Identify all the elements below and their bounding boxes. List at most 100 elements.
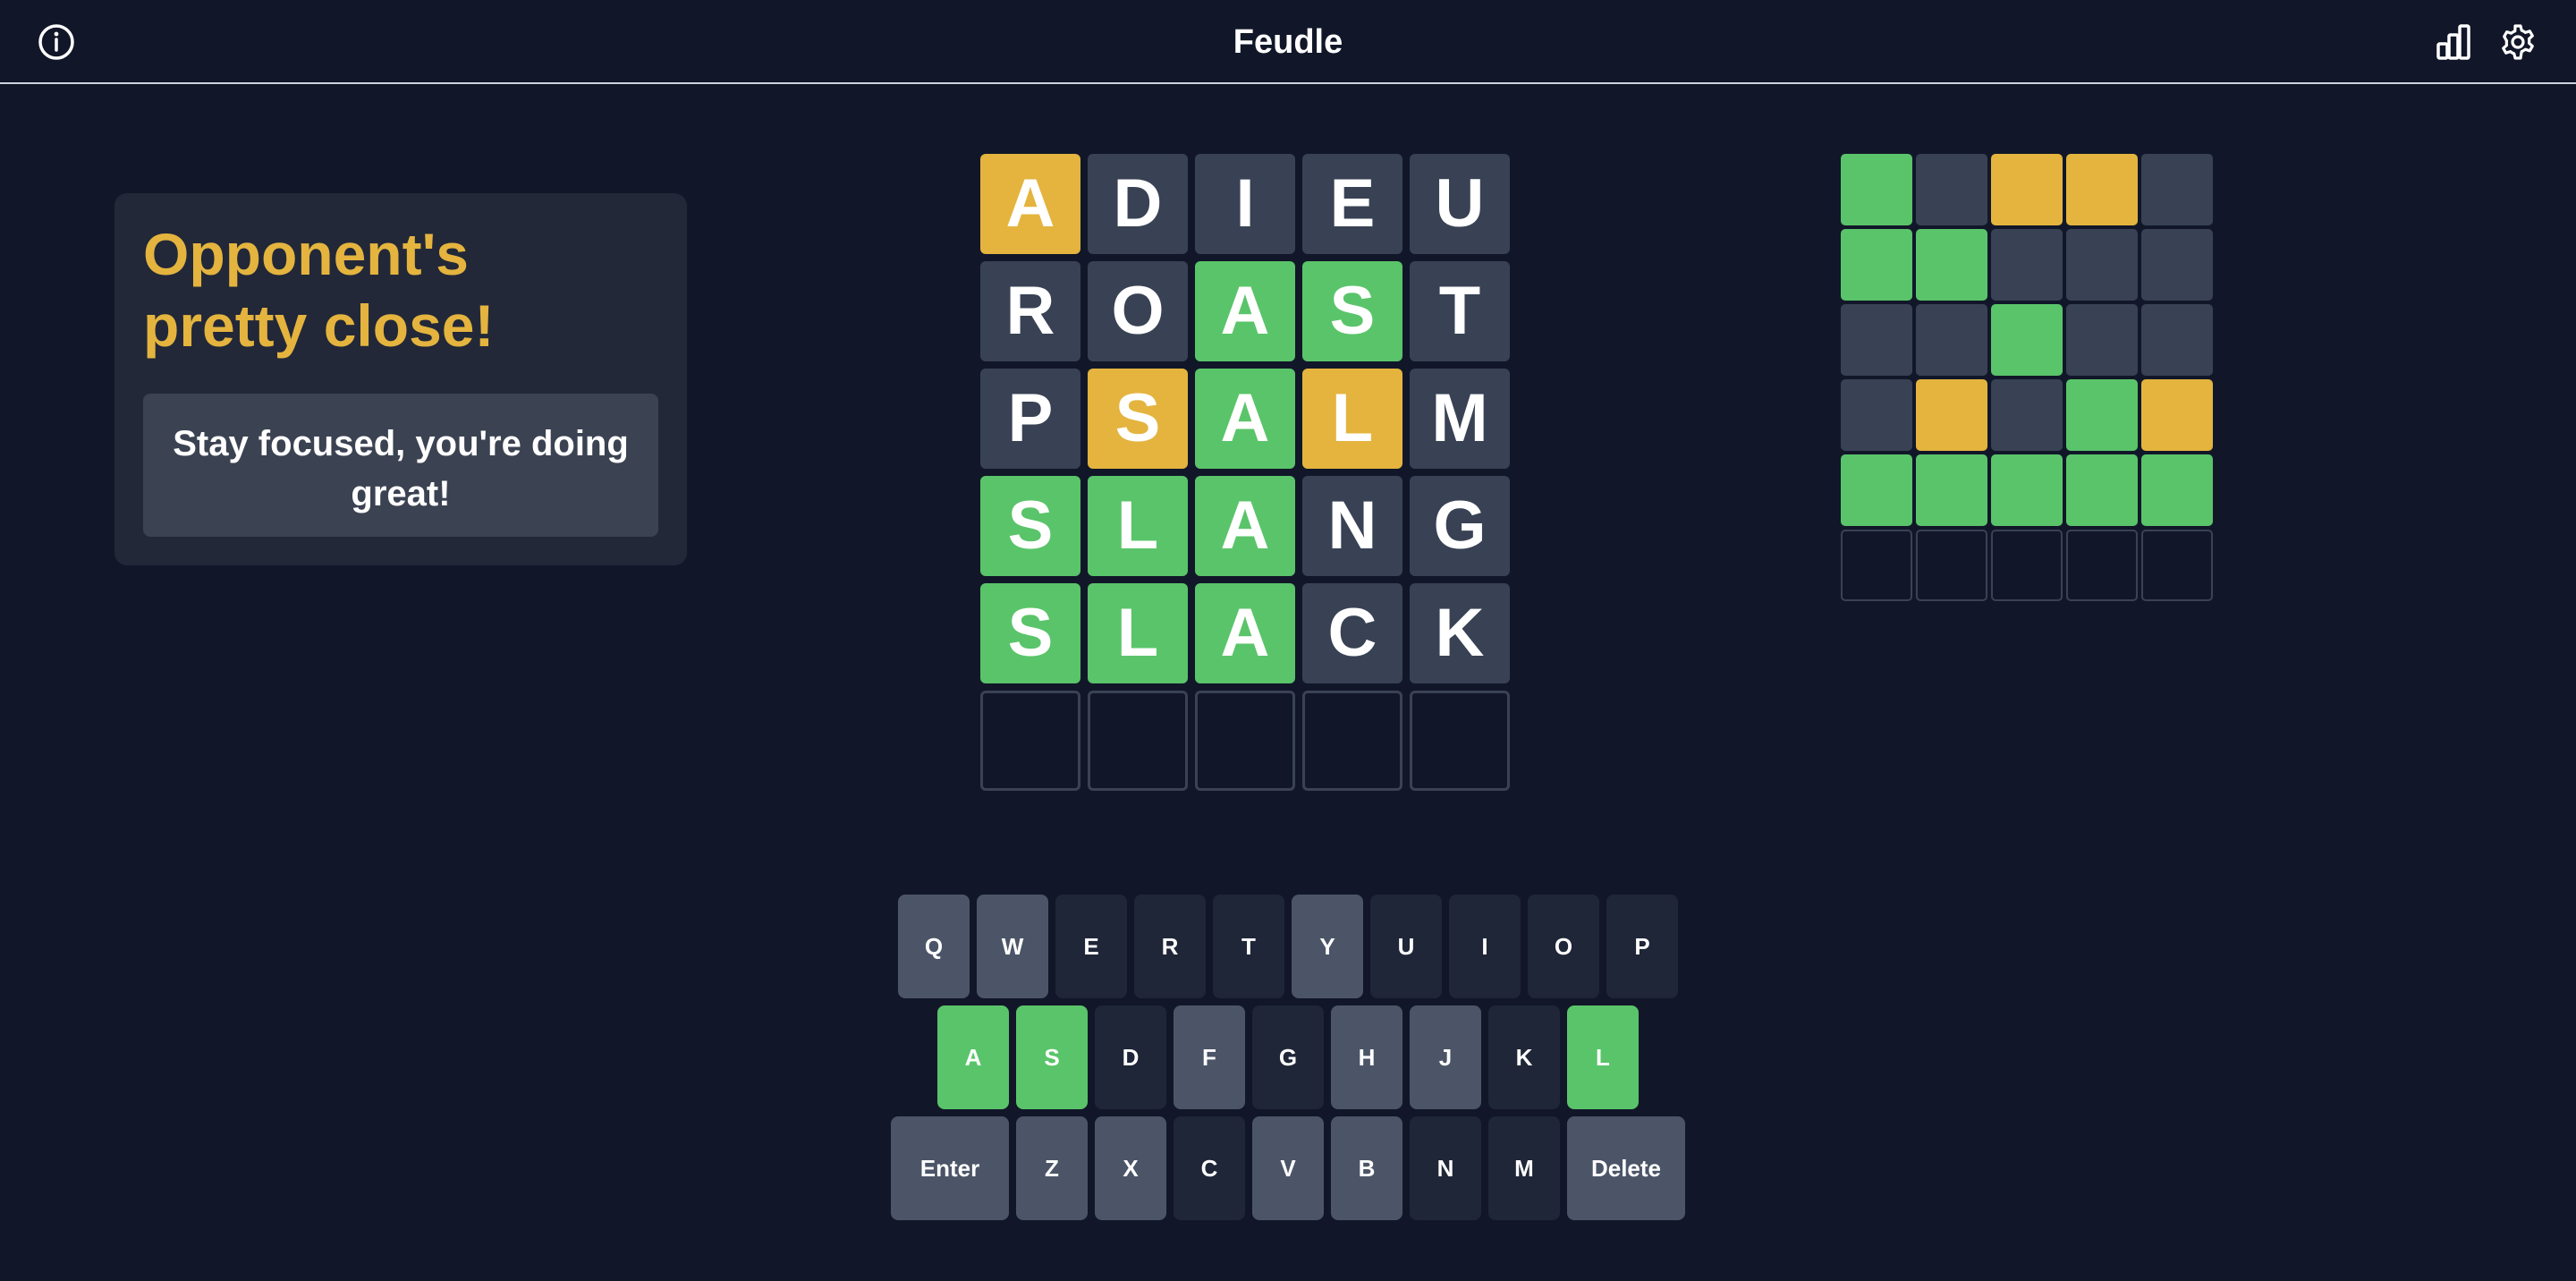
key-x[interactable]: X bbox=[1095, 1116, 1166, 1220]
opponent-board-tile bbox=[1916, 379, 1987, 451]
opponent-board-tile bbox=[1916, 229, 1987, 301]
key-n[interactable]: N bbox=[1410, 1116, 1481, 1220]
board-tile: A bbox=[1195, 369, 1295, 469]
opponent-board-tile bbox=[1841, 530, 1912, 601]
board-tile: A bbox=[1195, 261, 1295, 361]
board-tile bbox=[1195, 691, 1295, 791]
opponent-board-tile bbox=[1841, 379, 1912, 451]
opponent-board-tile bbox=[2066, 229, 2138, 301]
opponent-board-tile bbox=[1991, 304, 2063, 376]
key-i[interactable]: I bbox=[1449, 895, 1521, 998]
delete-key[interactable]: Delete bbox=[1567, 1116, 1685, 1220]
opponent-board-tile bbox=[1916, 530, 1987, 601]
key-m[interactable]: M bbox=[1488, 1116, 1560, 1220]
player-board: ADIEUROASTPSALMSLANGSLACK bbox=[980, 154, 1510, 791]
gear-icon bbox=[2502, 24, 2534, 60]
settings-button[interactable] bbox=[2494, 18, 2542, 66]
opponent-board-tile bbox=[2066, 454, 2138, 526]
board-tile: D bbox=[1088, 154, 1188, 254]
stats-button[interactable] bbox=[2429, 18, 2478, 66]
opponent-board-tile bbox=[2066, 379, 2138, 451]
board-tile: L bbox=[1302, 369, 1402, 469]
key-r[interactable]: R bbox=[1134, 895, 1206, 998]
opponent-board-tile bbox=[1841, 304, 1912, 376]
bar-chart-icon bbox=[2436, 24, 2470, 60]
opponent-board-tile bbox=[1841, 154, 1912, 225]
key-s[interactable]: S bbox=[1016, 1005, 1088, 1109]
opponent-status-card: Opponent's pretty close! Stay focused, y… bbox=[114, 193, 687, 565]
board-tile: S bbox=[1088, 369, 1188, 469]
enter-key[interactable]: Enter bbox=[891, 1116, 1009, 1220]
board-tile: A bbox=[1195, 583, 1295, 683]
opponent-board-tile bbox=[2141, 454, 2213, 526]
board-tile: S bbox=[980, 476, 1080, 576]
key-a[interactable]: A bbox=[937, 1005, 1009, 1109]
opponent-board-tile bbox=[1991, 154, 2063, 225]
board-tile bbox=[1088, 691, 1188, 791]
opponent-board-tile bbox=[2141, 304, 2213, 376]
key-w[interactable]: W bbox=[977, 895, 1048, 998]
board-tile bbox=[1410, 691, 1510, 791]
board-tile: T bbox=[1410, 261, 1510, 361]
opponent-board-tile bbox=[2141, 229, 2213, 301]
key-j[interactable]: J bbox=[1410, 1005, 1481, 1109]
opponent-board bbox=[1841, 154, 2213, 601]
top-bar: Feudle bbox=[0, 0, 2576, 84]
on-screen-keyboard: Q W E R T Y U I O P A S D F G H J K L Enter Z X C V B N M Delete bbox=[891, 895, 1685, 1222]
encouragement-message: Stay focused, you're doing great! bbox=[143, 394, 658, 537]
board-tile: O bbox=[1088, 261, 1188, 361]
page-title: Feudle bbox=[1233, 23, 1343, 61]
key-q[interactable]: Q bbox=[898, 895, 970, 998]
opponent-board-tile bbox=[2066, 154, 2138, 225]
opponent-status-heading: Opponent's pretty close! bbox=[143, 221, 495, 359]
opponent-board-tile bbox=[1841, 454, 1912, 526]
key-d[interactable]: D bbox=[1095, 1005, 1166, 1109]
board-tile: E bbox=[1302, 154, 1402, 254]
board-tile: G bbox=[1410, 476, 1510, 576]
opponent-board-tile bbox=[1916, 154, 1987, 225]
key-h[interactable]: H bbox=[1331, 1005, 1402, 1109]
key-z[interactable]: Z bbox=[1016, 1116, 1088, 1220]
opponent-board-tile bbox=[1991, 229, 2063, 301]
opponent-board-tile bbox=[1991, 530, 2063, 601]
opponent-board-tile bbox=[2141, 530, 2213, 601]
key-y[interactable]: Y bbox=[1292, 895, 1363, 998]
key-c[interactable]: C bbox=[1174, 1116, 1245, 1220]
opponent-board-tile bbox=[2066, 304, 2138, 376]
info-circle-icon bbox=[38, 24, 74, 60]
info-button[interactable] bbox=[32, 18, 80, 66]
board-tile: N bbox=[1302, 476, 1402, 576]
key-g[interactable]: G bbox=[1252, 1005, 1324, 1109]
board-tile: S bbox=[1302, 261, 1402, 361]
board-tile: A bbox=[980, 154, 1080, 254]
board-tile: R bbox=[980, 261, 1080, 361]
key-p[interactable]: P bbox=[1606, 895, 1678, 998]
opponent-board-tile bbox=[2066, 530, 2138, 601]
key-b[interactable]: B bbox=[1331, 1116, 1402, 1220]
board-tile: A bbox=[1195, 476, 1295, 576]
key-o[interactable]: O bbox=[1528, 895, 1599, 998]
key-k[interactable]: K bbox=[1488, 1005, 1560, 1109]
opponent-board-tile bbox=[1916, 304, 1987, 376]
opponent-board-tile bbox=[1916, 454, 1987, 526]
opponent-board-tile bbox=[2141, 154, 2213, 225]
opponent-board-tile bbox=[1991, 379, 2063, 451]
opponent-board-tile bbox=[1841, 229, 1912, 301]
key-e[interactable]: E bbox=[1055, 895, 1127, 998]
feudle-app: Feudle Opponent's pretty close! Stay foc… bbox=[0, 0, 2576, 1281]
board-tile: K bbox=[1410, 583, 1510, 683]
board-tile: L bbox=[1088, 476, 1188, 576]
board-tile: M bbox=[1410, 369, 1510, 469]
board-tile: I bbox=[1195, 154, 1295, 254]
key-t[interactable]: T bbox=[1213, 895, 1284, 998]
board-tile: L bbox=[1088, 583, 1188, 683]
key-f[interactable]: F bbox=[1174, 1005, 1245, 1109]
key-u[interactable]: U bbox=[1370, 895, 1442, 998]
opponent-board-tile bbox=[1991, 454, 2063, 526]
board-tile bbox=[1302, 691, 1402, 791]
board-tile: U bbox=[1410, 154, 1510, 254]
key-v[interactable]: V bbox=[1252, 1116, 1324, 1220]
board-tile: P bbox=[980, 369, 1080, 469]
board-tile: S bbox=[980, 583, 1080, 683]
key-l[interactable]: L bbox=[1567, 1005, 1639, 1109]
